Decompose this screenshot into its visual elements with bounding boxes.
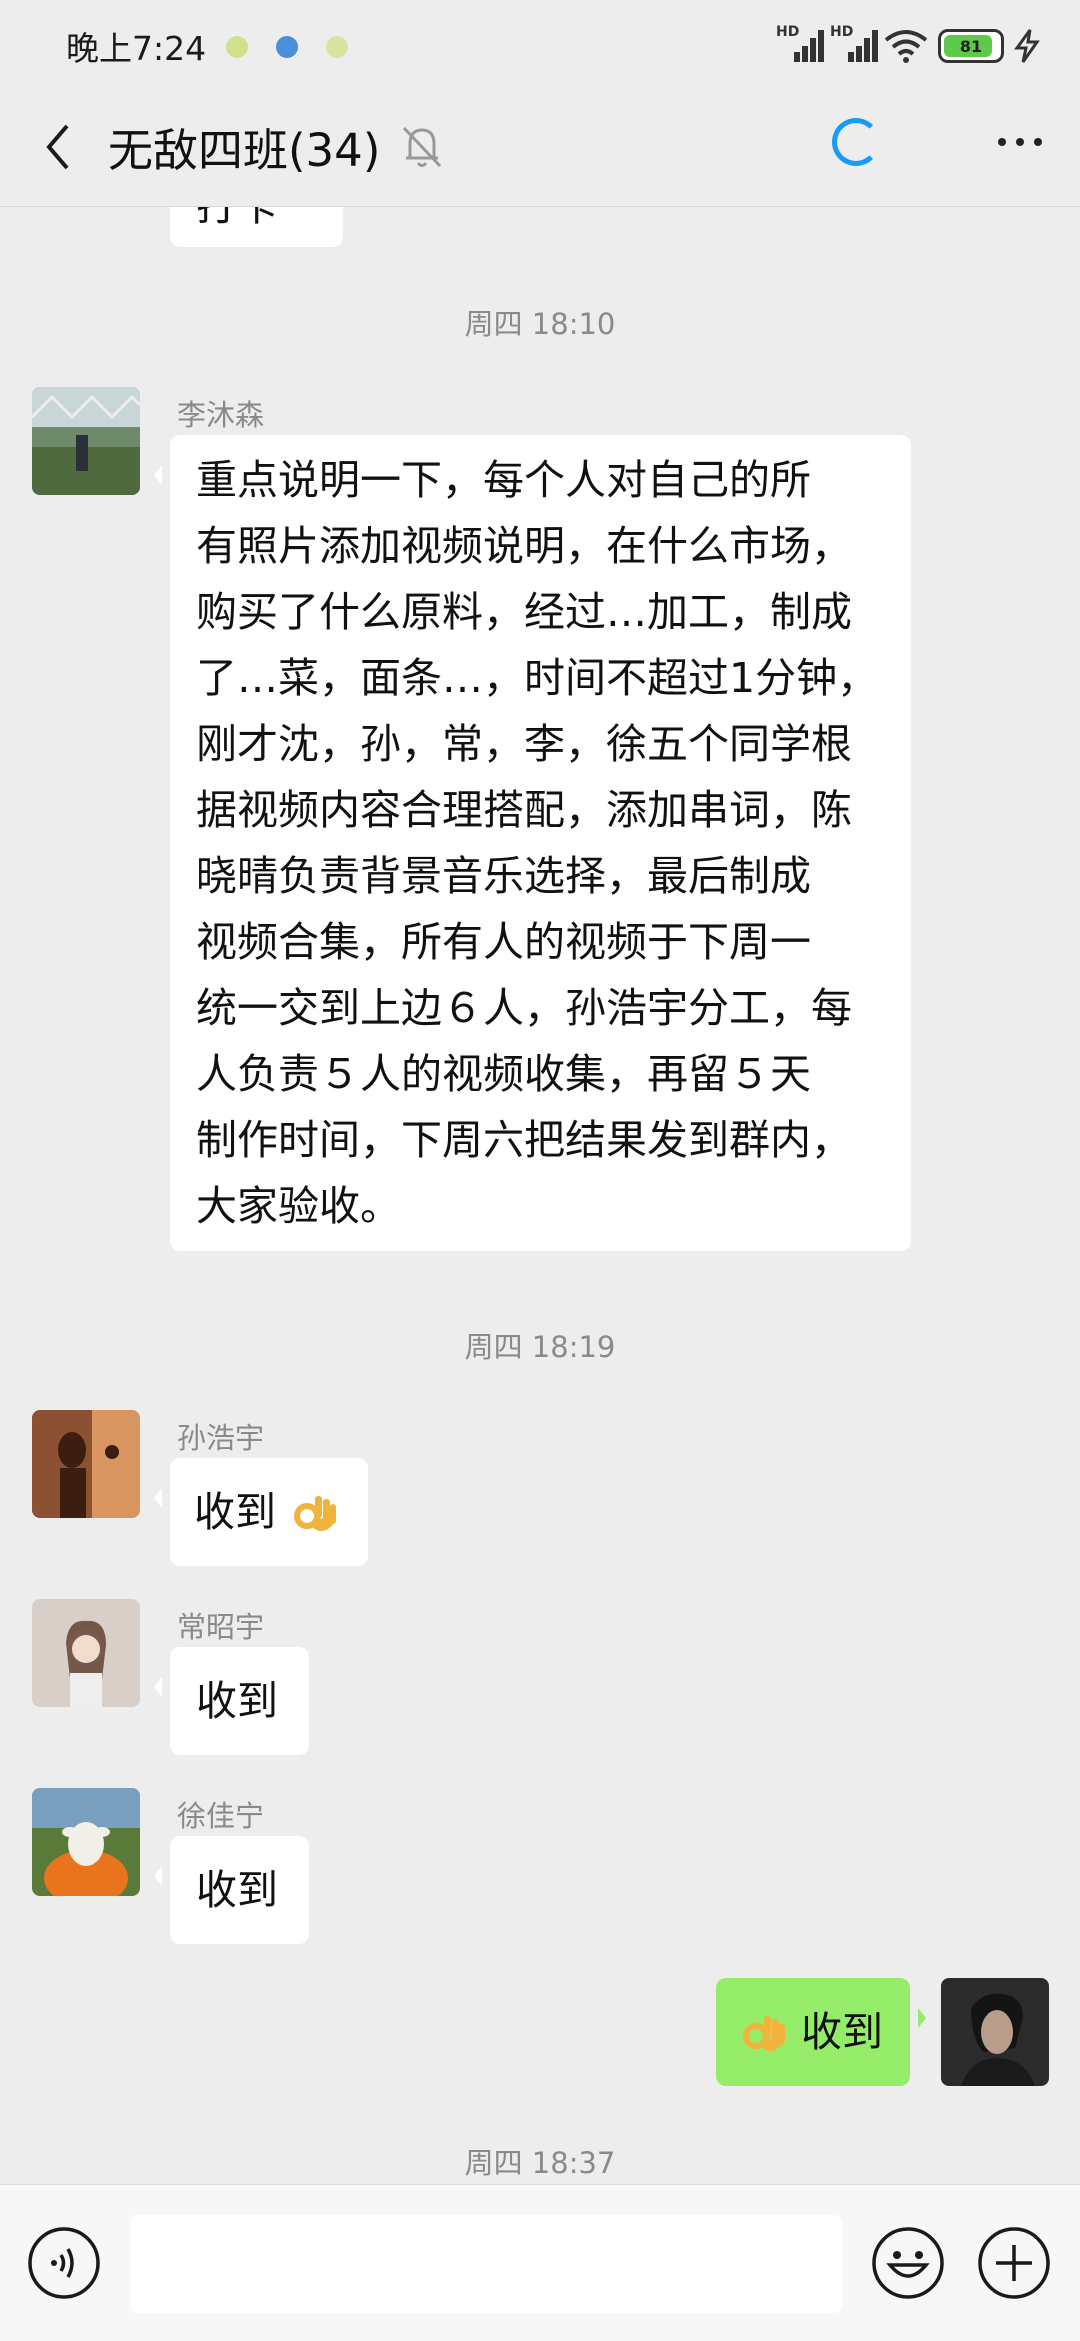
more-icon bbox=[998, 138, 1006, 146]
battery-level: 81 bbox=[959, 36, 983, 56]
back-icon bbox=[46, 124, 69, 170]
avatar-self[interactable] bbox=[941, 1978, 1049, 2086]
message-line: 统一交到上边６人，孙浩宇分工，每 bbox=[196, 984, 852, 1032]
message-input[interactable] bbox=[130, 2215, 842, 2313]
message-line: 购买了什么原料，经过…加工，制成 bbox=[196, 588, 852, 636]
notification-app-icon bbox=[326, 36, 348, 58]
message-line: 刚才沈，孙，常，李，徐五个同学根 bbox=[196, 720, 852, 768]
avatar-image bbox=[32, 1599, 140, 1707]
chat-title: 无敌四班(34) bbox=[108, 124, 381, 177]
timestamp: 周四 18:37 bbox=[464, 2146, 616, 2180]
message-bubble-partial[interactable]: 打卡了 bbox=[170, 207, 343, 247]
message-line: 视频合集，所有人的视频于下周一 bbox=[196, 918, 811, 966]
message-line: 有照片添加视频说明，在什么市场， bbox=[196, 522, 852, 570]
notification-app-icon bbox=[226, 36, 248, 58]
mute-bell-icon bbox=[402, 126, 442, 168]
message-line: 大家验收。 bbox=[196, 1182, 401, 1230]
back-button[interactable] bbox=[28, 112, 88, 182]
sender-name: 常昭宇 bbox=[177, 1610, 265, 1644]
message-line: 晓晴负责背景音乐选择，最后制成 bbox=[196, 852, 811, 900]
message-line: 据视频内容合理搭配，添加串词，陈 bbox=[196, 786, 852, 834]
loading-icon bbox=[832, 118, 880, 166]
avatar-image bbox=[32, 1410, 140, 1518]
message-line: 了…菜，面条…，时间不超过1分钟， bbox=[196, 654, 879, 702]
chat-messages[interactable]: 打卡了 周四 18:10 李沐森 重点说明一下，每个人对自己的所 有照片添加视频… bbox=[0, 207, 1080, 2184]
emoji-icon[interactable] bbox=[870, 2225, 946, 2301]
signal-icon: HD bbox=[830, 24, 878, 64]
sender-name: 孙浩宇 bbox=[177, 1421, 265, 1455]
avatar-image bbox=[32, 387, 140, 495]
voice-icon[interactable] bbox=[26, 2225, 102, 2301]
avatar-xu-jianing[interactable] bbox=[32, 1788, 140, 1896]
avatar-sun-haoyu[interactable] bbox=[32, 1410, 140, 1518]
ok-hand-emoji-icon bbox=[743, 2016, 785, 2052]
avatar-chang-zhaoyu[interactable] bbox=[32, 1599, 140, 1707]
ok-hand-emoji-icon bbox=[294, 1496, 337, 1532]
hd-label: HD bbox=[776, 24, 800, 40]
plus-icon[interactable] bbox=[976, 2225, 1052, 2301]
input-bar bbox=[0, 2184, 1080, 2341]
hd-label: HD bbox=[830, 24, 854, 40]
charging-icon bbox=[1014, 29, 1040, 63]
chat-header: 无敌四班(34) bbox=[0, 88, 1080, 207]
status-bar: 晚上7:24 HD HD 81 bbox=[0, 0, 1080, 88]
message-bubble[interactable]: 重点说明一下，每个人对自己的所 有照片添加视频说明，在什么市场， 购买了什么原料… bbox=[154, 435, 911, 1251]
avatar-li-musen[interactable] bbox=[32, 387, 140, 495]
message-bubble[interactable]: 收到 bbox=[154, 1647, 309, 1755]
message-bubble[interactable]: 收到 bbox=[154, 1836, 309, 1944]
status-time: 晚上7:24 bbox=[66, 29, 207, 68]
timestamp: 周四 18:19 bbox=[464, 1330, 616, 1364]
message-line: 制作时间，下周六把结果发到群内， bbox=[196, 1116, 852, 1164]
battery-icon: 81 bbox=[938, 29, 1004, 63]
message-bubble[interactable]: 收到 bbox=[154, 1458, 368, 1566]
avatar-image bbox=[32, 1788, 140, 1896]
sender-name: 李沐森 bbox=[177, 398, 265, 432]
timestamp: 周四 18:10 bbox=[464, 307, 616, 341]
notification-app-icon bbox=[276, 36, 298, 58]
more-button[interactable] bbox=[988, 122, 1052, 162]
avatar-image bbox=[941, 1978, 1049, 2086]
wifi-icon bbox=[884, 30, 928, 63]
my-message-bubble[interactable]: 收到 bbox=[716, 1978, 926, 2086]
message-line: 人负责５人的视频收集，再留５天 bbox=[196, 1050, 811, 1098]
signal-icon: HD bbox=[776, 24, 824, 64]
sender-name: 徐佳宁 bbox=[177, 1799, 265, 1833]
message-line: 重点说明一下，每个人对自己的所 bbox=[196, 456, 811, 504]
